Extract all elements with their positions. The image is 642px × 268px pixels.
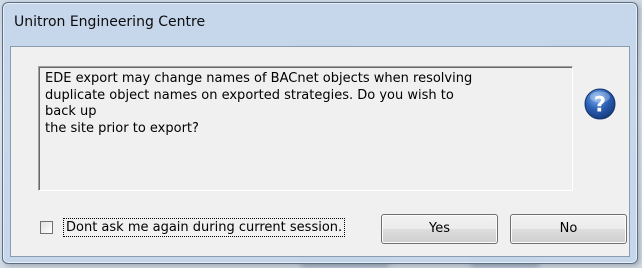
dialog-client-area: EDE export may change names of BACnet ob… <box>10 46 630 257</box>
dont-ask-again-option[interactable]: Dont ask me again during current session… <box>40 216 346 238</box>
dialog-title: Unitron Engineering Centre <box>14 14 206 30</box>
message-text: EDE export may change names of BACnet ob… <box>45 71 485 137</box>
message-panel: EDE export may change names of BACnet ob… <box>38 66 573 191</box>
message-dialog: Unitron Engineering Centre EDE export ma… <box>2 2 638 264</box>
message-line: the site prior to export? <box>45 120 199 136</box>
svg-text:?: ? <box>594 93 606 117</box>
title-bar[interactable]: Unitron Engineering Centre <box>3 3 637 43</box>
yes-button[interactable]: Yes <box>381 214 498 244</box>
question-icon: ? <box>584 88 616 120</box>
dont-ask-again-label[interactable]: Dont ask me again during current session… <box>62 217 346 237</box>
message-line: EDE export may change names of BACnet ob… <box>45 71 473 86</box>
no-button[interactable]: No <box>510 214 627 244</box>
message-line: duplicate object names on exported strat… <box>45 87 454 120</box>
dont-ask-again-checkbox[interactable] <box>40 220 53 234</box>
